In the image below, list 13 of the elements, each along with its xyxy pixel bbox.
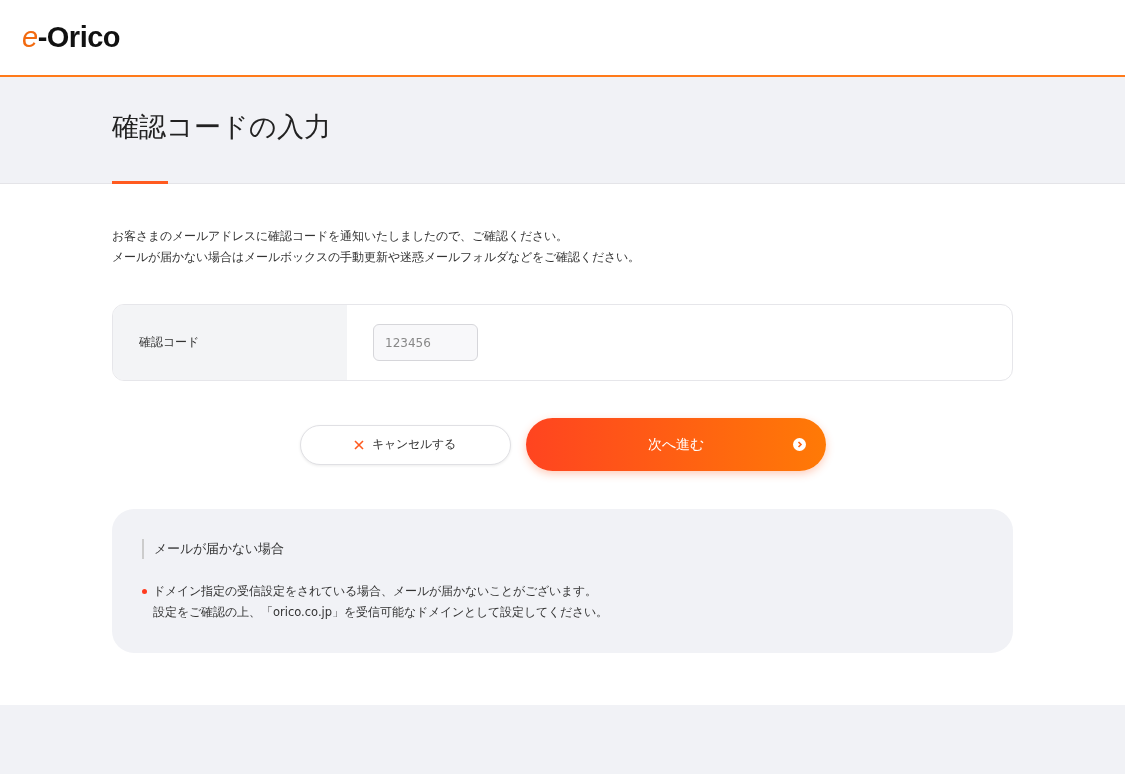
page-title: 確認コードの入力: [112, 110, 332, 144]
logo: e-Orico: [22, 21, 121, 54]
close-icon: [354, 439, 364, 450]
field-label: 確認コード: [113, 305, 347, 380]
chevron-circle-icon: [792, 438, 806, 451]
title-underline: [112, 181, 168, 184]
intro-text: メールが届かない場合はメールボックスの手動更新や迷惑メールフォルダなどをご確認ください。: [112, 249, 641, 266]
cancel-button[interactable]: キャンセルする: [299, 424, 511, 465]
notice-title: メールが届かない場合: [142, 539, 983, 559]
notice-text: ドメイン指定の受信設定をされている場合、メールが届かないことがございます。 設定をご確認の上、「orico.co.jp」を受信可能なドメインとして設定してください。: [153, 583, 609, 621]
code-input-field[interactable]: 123456: [373, 324, 478, 361]
bullet-icon: [142, 589, 147, 594]
intro-text: お客さまのメールアドレスに確認コードを通知いたしましたので、ご確認ください。: [112, 228, 569, 245]
